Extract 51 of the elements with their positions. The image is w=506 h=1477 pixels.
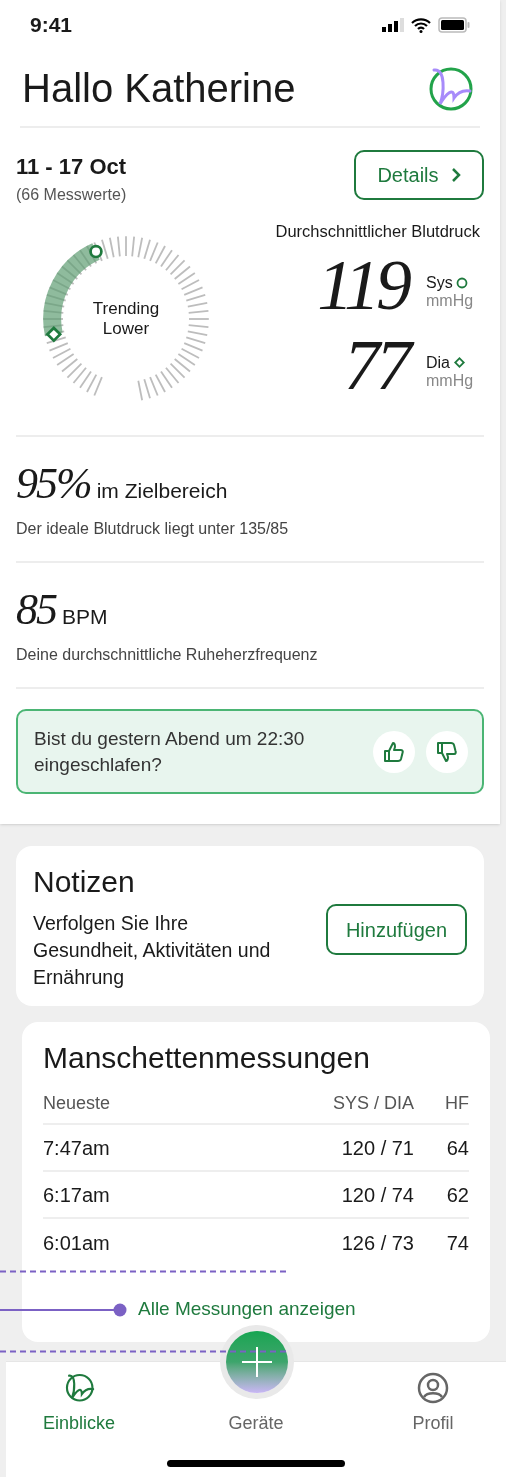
column-header: Neueste (43, 1092, 112, 1115)
diamond-marker-icon (453, 356, 466, 370)
thumbs-down-icon (436, 740, 458, 763)
stat-description: Deine durchschnittliche Ruheherzfrequenz (16, 645, 319, 665)
add-note-button[interactable]: Hinzufügen (326, 904, 467, 955)
stat-unit: im Zielbereich (96, 478, 228, 504)
signal-icon (382, 18, 404, 32)
table-cell-text: 64 (445, 1135, 469, 1161)
thumbs-up-icon (383, 740, 405, 763)
stat-description: Der ideale Blutdruck liegt unter 135/85 (16, 519, 290, 539)
wifi-icon (411, 17, 431, 33)
reading-label: Sys (426, 273, 453, 292)
plus-icon (240, 1345, 274, 1379)
stat-value: 85 (16, 585, 56, 635)
table-cell-text: 74 (445, 1230, 469, 1256)
reading-unit: mmHg (426, 291, 474, 310)
measurement-count: (66 Messwerte) (16, 185, 127, 205)
notes-title: Notizen (33, 864, 136, 900)
sleep-question: Bist du gestern Abend um 22:30 eingeschlafen? (34, 726, 306, 777)
tab-bar-item[interactable]: Einblicke (24, 1370, 134, 1437)
chevron-right-icon (450, 167, 461, 183)
table-cell-text: 7:47am (43, 1135, 111, 1161)
column-header: HF (444, 1092, 469, 1115)
table-cell-text: 126 / 73 (340, 1230, 414, 1256)
tab-bar-item[interactable]: Profil (378, 1372, 488, 1437)
all-measurements-link[interactable]: Alle Messungen anzeigen (138, 1295, 356, 1324)
greeting-title: Hallo Katherine (22, 65, 296, 112)
date-range: 11 - 17 Oct (16, 153, 127, 181)
column-header: SYS / DIA (331, 1092, 414, 1115)
stat-value: 95% (16, 459, 91, 509)
measurements-title: Manschettenmessungen (43, 1040, 371, 1076)
notes-description: Verfolgen Sie Ihre Gesundheit, Aktivitäten und Ernährung (33, 911, 272, 990)
thumbs-down-button[interactable] (426, 730, 468, 773)
circle-marker-icon (455, 276, 468, 289)
reading-unit: mmHg (426, 371, 474, 390)
battery-icon (438, 17, 470, 33)
reading-label: Dia (426, 353, 450, 372)
average-title: Durchschnittlicher Blutdruck (275, 221, 480, 242)
reading-value: 119 (316, 245, 408, 324)
stat-unit: BPM (62, 604, 108, 630)
details-button[interactable]: Details (354, 150, 484, 200)
table-cell-text: 120 / 71 (340, 1135, 414, 1161)
status-time: 9:41 (30, 12, 73, 39)
table-cell-text: 6:01am (43, 1230, 111, 1256)
tab-bar-item[interactable]: Geräte (201, 1410, 311, 1437)
table-cell-text: 62 (445, 1182, 469, 1208)
trend-label: Trending Lower (91, 299, 161, 339)
table-cell-text: 120 / 74 (340, 1182, 414, 1208)
thumbs-up-button[interactable] (373, 730, 415, 773)
table-cell-text: 6:17am (43, 1182, 111, 1208)
profile-icon (417, 1372, 449, 1404)
